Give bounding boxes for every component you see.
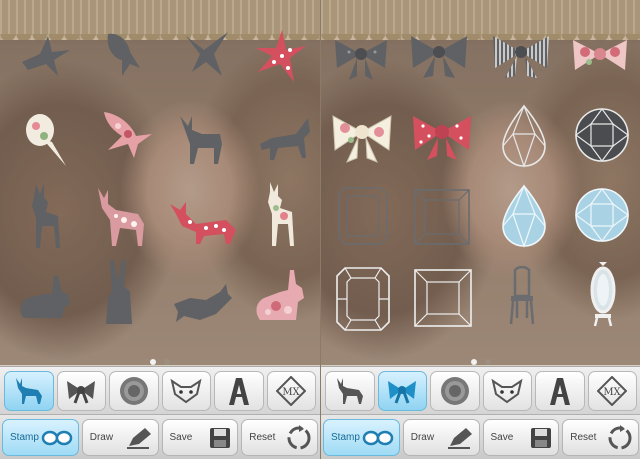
draw-button[interactable]: Draw bbox=[402, 419, 480, 456]
bow-floral-icon[interactable] bbox=[329, 110, 395, 164]
mx-icon: MX bbox=[597, 376, 628, 406]
tab-animal-face[interactable] bbox=[161, 371, 211, 411]
reset-button[interactable]: Reset bbox=[241, 419, 318, 456]
bow-icon[interactable] bbox=[331, 38, 391, 82]
letter-a-icon bbox=[549, 378, 570, 405]
tab-doily[interactable] bbox=[109, 371, 159, 411]
gem-rect-icon[interactable] bbox=[335, 266, 391, 332]
bow-floral-icon[interactable] bbox=[569, 36, 631, 80]
gem-drop-blue-icon[interactable] bbox=[499, 184, 549, 248]
cat-face-icon bbox=[170, 378, 202, 404]
swallow-floral-icon[interactable] bbox=[100, 104, 154, 160]
gem-square-icon[interactable] bbox=[413, 188, 471, 246]
deer-icon[interactable] bbox=[172, 112, 228, 168]
doily-icon bbox=[440, 377, 469, 405]
screen-right: MX Stamp Draw Save Reset bbox=[320, 0, 640, 459]
svg-text:MX: MX bbox=[283, 387, 301, 398]
rabbit-icon[interactable] bbox=[98, 258, 140, 328]
swallow-icon[interactable] bbox=[182, 26, 232, 80]
ribbon-icon bbox=[388, 381, 417, 404]
gem-square-icon[interactable] bbox=[413, 268, 473, 328]
draw-label: Draw bbox=[89, 432, 114, 443]
draw-button[interactable]: Draw bbox=[81, 419, 159, 456]
glasses-icon bbox=[41, 430, 72, 445]
tab-ribbon[interactable] bbox=[56, 371, 106, 411]
reset-icon bbox=[608, 424, 632, 449]
mx-icon: MX bbox=[276, 376, 307, 406]
tab-doily[interactable] bbox=[430, 371, 480, 411]
letter-a-icon bbox=[228, 378, 249, 405]
reset-button[interactable]: Reset bbox=[562, 419, 639, 456]
tab-deer[interactable] bbox=[325, 371, 375, 411]
save-button[interactable]: Save bbox=[161, 419, 239, 456]
category-tabbar: MX bbox=[321, 366, 640, 414]
tab-animal-face[interactable] bbox=[482, 371, 532, 411]
save-label: Save bbox=[490, 432, 514, 443]
deer-icon bbox=[15, 378, 42, 404]
tab-ribbon[interactable] bbox=[377, 371, 427, 411]
tab-mx[interactable]: MX bbox=[587, 371, 637, 411]
deer-floral-icon[interactable] bbox=[90, 184, 150, 248]
bow-striped-icon[interactable] bbox=[489, 34, 553, 80]
action-bar: Stamp Draw Save Reset bbox=[321, 414, 640, 459]
page-dot-active[interactable] bbox=[150, 359, 156, 365]
action-bar: Stamp Draw Save Reset bbox=[0, 414, 320, 459]
bird-floral-icon[interactable] bbox=[22, 108, 68, 168]
bow-icon[interactable] bbox=[407, 34, 471, 80]
glasses-icon bbox=[362, 430, 393, 445]
pen-icon bbox=[447, 427, 472, 449]
gem-round-icon[interactable] bbox=[573, 106, 631, 164]
tab-letter[interactable] bbox=[214, 371, 264, 411]
svg-text:MX: MX bbox=[604, 387, 622, 398]
reset-label: Reset bbox=[570, 432, 597, 443]
floppy-icon bbox=[210, 427, 231, 448]
deer-floral-icon[interactable] bbox=[166, 196, 238, 246]
pen-icon bbox=[126, 427, 151, 449]
tab-mx[interactable]: MX bbox=[266, 371, 316, 411]
save-button[interactable]: Save bbox=[482, 419, 560, 456]
page-dot-active[interactable] bbox=[471, 359, 477, 365]
rabbit-icon[interactable] bbox=[14, 272, 76, 322]
reset-label: Reset bbox=[249, 432, 276, 443]
bow-dotted-icon[interactable] bbox=[409, 112, 475, 162]
draw-label: Draw bbox=[410, 432, 435, 443]
tab-deer[interactable] bbox=[4, 371, 54, 411]
stamp-button[interactable]: Stamp bbox=[2, 419, 79, 456]
stamp-label: Stamp bbox=[331, 432, 360, 443]
mirror-icon[interactable] bbox=[589, 262, 617, 328]
deer-icon bbox=[336, 378, 363, 404]
chair-icon[interactable] bbox=[507, 266, 537, 326]
cat-face-icon bbox=[491, 378, 523, 404]
stamp-label: Stamp bbox=[10, 432, 39, 443]
rabbit-icon[interactable] bbox=[170, 282, 236, 324]
deer-floral-icon[interactable] bbox=[262, 180, 304, 250]
stamp-button[interactable]: Stamp bbox=[323, 419, 400, 456]
swallow-icon[interactable] bbox=[100, 28, 144, 80]
rabbit-floral-icon[interactable] bbox=[252, 266, 310, 324]
gem-round-blue-icon[interactable] bbox=[573, 186, 631, 244]
dual-screenshot: MX Stamp Draw Save Reset MX Stamp Draw S… bbox=[0, 0, 640, 459]
screen-left: MX Stamp Draw Save Reset bbox=[0, 0, 320, 459]
category-tabbar: MX bbox=[0, 366, 320, 414]
tab-letter[interactable] bbox=[535, 371, 585, 411]
ribbon-icon bbox=[67, 381, 96, 404]
reset-icon bbox=[287, 424, 311, 449]
gem-rect-icon[interactable] bbox=[337, 186, 389, 246]
floppy-icon bbox=[531, 427, 552, 448]
doily-icon bbox=[119, 377, 148, 405]
gem-drop-icon[interactable] bbox=[499, 104, 549, 168]
save-label: Save bbox=[169, 432, 193, 443]
swallow-floral-icon[interactable] bbox=[252, 28, 308, 86]
page-dot[interactable] bbox=[485, 359, 491, 365]
deer-icon[interactable] bbox=[256, 114, 314, 164]
page-dot[interactable] bbox=[164, 359, 170, 365]
deer-icon[interactable] bbox=[22, 182, 66, 252]
swallow-icon[interactable] bbox=[18, 32, 74, 80]
